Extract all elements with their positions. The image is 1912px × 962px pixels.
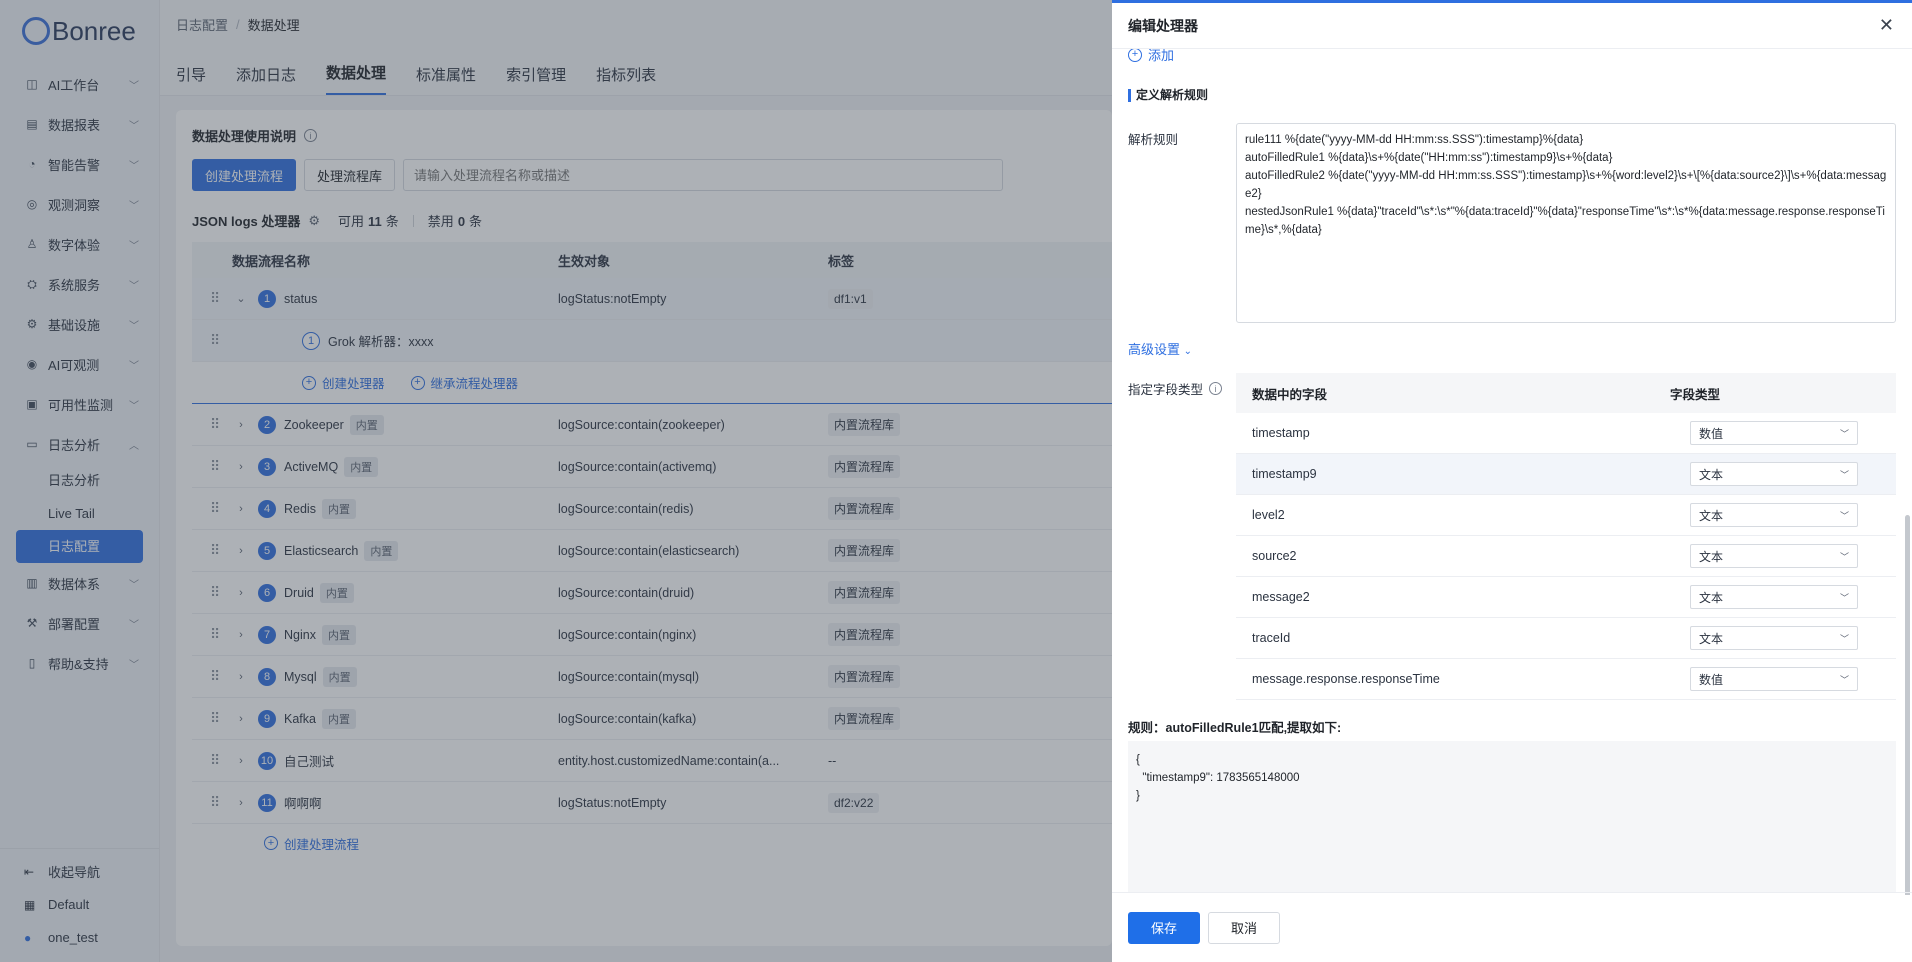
- field-type-select[interactable]: 文本 ﹀: [1690, 544, 1858, 568]
- save-button[interactable]: 保存: [1128, 911, 1200, 944]
- field-type-cell: 文本 ﹀: [1670, 462, 1896, 486]
- field-table-header: 数据中的字段 字段类型: [1236, 373, 1896, 413]
- field-type-select[interactable]: 数值 ﹀: [1690, 421, 1858, 445]
- field-name: message2: [1252, 590, 1310, 604]
- field-row: message2 文本 ﹀: [1236, 577, 1896, 618]
- drawer-body: + 添加 定义解析规则 解析规则 rule111 %{date("yyyy-MM-…: [1112, 49, 1912, 895]
- field-type-cell: 文本 ﹀: [1670, 544, 1896, 568]
- field-row: timestamp9 文本 ﹀: [1236, 454, 1896, 495]
- drawer-footer: 保存 取消: [1112, 892, 1912, 962]
- chevron-down-icon: ﹀: [1839, 428, 1849, 439]
- field-type-cell: 数值 ﹀: [1670, 421, 1896, 445]
- modal-overlay[interactable]: [0, 0, 1112, 962]
- field-type-select[interactable]: 文本 ﹀: [1690, 503, 1858, 527]
- field-name: timestamp9: [1252, 467, 1317, 481]
- header-type: 字段类型: [1670, 387, 1721, 402]
- edit-processor-drawer: 编辑处理器 ✕ + 添加 定义解析规则 解析规则 rule111 %{date("…: [1112, 0, 1912, 962]
- add-link[interactable]: + 添加: [1128, 49, 1174, 64]
- drawer-header: 编辑处理器 ✕: [1112, 3, 1912, 49]
- chevron-down-icon: ⌄: [1183, 346, 1193, 357]
- chevron-down-icon: ﹀: [1839, 592, 1849, 603]
- field-name: message.response.responseTime: [1252, 672, 1440, 686]
- scrollbar[interactable]: [1905, 515, 1910, 895]
- field-type-table: 数据中的字段 字段类型 timestamp 数值 ﹀ timestamp9 文本 ﹀ lev…: [1236, 373, 1896, 700]
- chevron-down-icon: ﹀: [1839, 551, 1849, 562]
- field-type-value: 文本: [1699, 508, 1724, 523]
- field-name: timestamp: [1252, 426, 1310, 440]
- field-type-select[interactable]: 数值 ﹀: [1690, 667, 1858, 691]
- field-row: source2 文本 ﹀: [1236, 536, 1896, 577]
- field-type-value: 数值: [1699, 426, 1724, 441]
- field-type-value: 文本: [1699, 631, 1724, 646]
- field-row: message.response.responseTime 数值 ﹀: [1236, 659, 1896, 700]
- drawer-title: 编辑处理器: [1128, 17, 1198, 34]
- info-icon[interactable]: i: [1209, 382, 1223, 395]
- field-type-value: 文本: [1699, 549, 1724, 564]
- field-type-label: 指定字段类型 i: [1128, 379, 1223, 398]
- field-type-cell: 文本 ﹀: [1670, 503, 1896, 527]
- chevron-down-icon: ﹀: [1839, 469, 1849, 480]
- result-output: { "timestamp9": 1783565148000 }: [1128, 741, 1896, 893]
- field-type-select[interactable]: 文本 ﹀: [1690, 462, 1858, 486]
- chevron-down-icon: ﹀: [1839, 510, 1849, 521]
- header-field: 数据中的字段: [1252, 387, 1328, 402]
- plus-icon: +: [1128, 49, 1142, 62]
- field-type-cell: 文本 ﹀: [1670, 626, 1896, 650]
- field-type-cell: 数值 ﹀: [1670, 667, 1896, 691]
- field-type-select[interactable]: 文本 ﹀: [1690, 585, 1858, 609]
- advanced-settings-toggle[interactable]: 高级设置 ⌄: [1128, 339, 1192, 358]
- add-label: 添加: [1148, 49, 1175, 63]
- rules-label: 解析规则: [1128, 133, 1179, 147]
- cancel-button[interactable]: 取消: [1208, 911, 1280, 944]
- rules-textarea[interactable]: rule111 %{date("yyyy-MM-dd HH:mm:ss.SSS"…: [1236, 123, 1896, 323]
- result-label: 规则：autoFilledRule1匹配,提取如下:: [1128, 721, 1342, 735]
- field-name: source2: [1252, 549, 1297, 563]
- field-row: timestamp 数值 ﹀: [1236, 413, 1896, 454]
- field-type-cell: 文本 ﹀: [1670, 585, 1896, 609]
- field-type-label-text: 指定字段类型: [1128, 383, 1204, 397]
- chevron-down-icon: ﹀: [1839, 633, 1849, 644]
- field-type-value: 数值: [1699, 672, 1724, 687]
- field-name: level2: [1252, 508, 1285, 522]
- close-icon[interactable]: ✕: [1879, 15, 1894, 36]
- field-type-value: 文本: [1699, 590, 1724, 605]
- field-name: traceId: [1252, 631, 1291, 645]
- field-type-select[interactable]: 文本 ﹀: [1690, 626, 1858, 650]
- field-row: level2 文本 ﹀: [1236, 495, 1896, 536]
- advanced-label: 高级设置: [1128, 342, 1181, 357]
- field-row: traceId 文本 ﹀: [1236, 618, 1896, 659]
- field-type-value: 文本: [1699, 467, 1724, 482]
- section-title: 定义解析规则: [1128, 89, 1208, 102]
- chevron-down-icon: ﹀: [1839, 674, 1849, 685]
- field-rows: timestamp 数值 ﹀ timestamp9 文本 ﹀ level2 文本 ﹀ source…: [1236, 413, 1896, 700]
